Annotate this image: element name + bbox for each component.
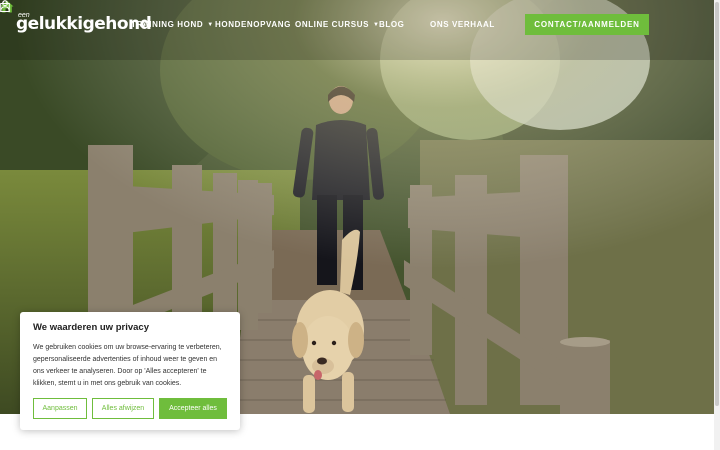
scrollbar-thumb[interactable] [715,2,719,406]
chevron-down-icon: ▼ [207,21,214,28]
nav-item-online-cursus[interactable]: ONLINE CURSUS ▼ [295,20,380,29]
nav-label: BLOG [379,20,405,29]
shopping-bag-icon[interactable] [0,0,10,12]
nav-item-training-hond[interactable]: TRAINING HOND ▼ [131,20,214,29]
cookie-consent-banner: We waarderen uw privacy We gebruiken coo… [20,312,240,430]
cookie-title: We waarderen uw privacy [33,322,149,333]
main-navigation: een gelukkigehond TRAINING HOND ▼ HONDEN… [0,0,714,50]
nav-item-hondenopvang[interactable]: HONDENOPVANG [215,20,291,29]
nav-label: ONLINE CURSUS [295,20,370,29]
reject-all-button[interactable]: Alles afwijzen [92,398,154,419]
cookie-description: We gebruiken cookies om uw browse-ervari… [33,344,222,387]
nav-label: HONDENOPVANG [215,20,291,29]
customize-button[interactable]: Aanpassen [33,398,87,419]
contact-aanmelden-button[interactable]: CONTACT/AANMELDEN [525,14,649,35]
nav-item-ons-verhaal[interactable]: ONS VERHAAL [430,20,495,29]
nav-item-blog[interactable]: BLOG [379,20,405,29]
accept-all-button[interactable]: Accepteer alles [159,398,227,419]
cookie-button-row: Aanpassen Alles afwijzen Accepteer alles [33,398,227,419]
nav-label: TRAINING HOND [131,20,204,29]
nav-label: ONS VERHAAL [430,20,495,29]
